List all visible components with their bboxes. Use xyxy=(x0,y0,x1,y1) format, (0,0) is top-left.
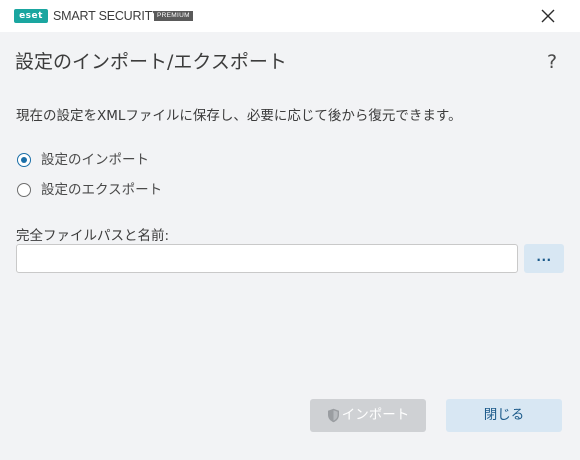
radio-option-export[interactable]: 設定のエクスポート xyxy=(17,180,162,200)
radio-label-export: 設定のエクスポート xyxy=(41,182,163,198)
close-button[interactable]: 閉じる xyxy=(446,399,562,432)
radio-import[interactable] xyxy=(17,153,31,167)
import-button-label: インポート xyxy=(341,407,410,423)
radio-export[interactable] xyxy=(17,183,31,197)
product-name: SMART SECURITY xyxy=(53,9,161,23)
edition-badge: PREMIUM xyxy=(154,11,193,21)
eset-logo: eset xyxy=(14,9,48,23)
dialog-window: eset SMART SECURITY PREMIUM 設定のインポート/エクス… xyxy=(0,0,580,460)
help-button[interactable]: ? xyxy=(542,50,562,74)
title-bar: eset SMART SECURITY PREMIUM xyxy=(0,0,580,32)
file-path-input[interactable] xyxy=(16,244,518,273)
import-button[interactable]: インポート xyxy=(310,399,426,432)
radio-label-import: 設定のインポート xyxy=(41,152,149,168)
close-icon xyxy=(541,9,555,23)
radio-option-import[interactable]: 設定のインポート xyxy=(17,150,149,170)
shield-icon xyxy=(327,408,339,423)
window-close-button[interactable] xyxy=(530,2,566,30)
browse-button[interactable]: ... xyxy=(524,244,564,273)
dialog-title: 設定のインポート/エクスポート xyxy=(15,51,287,73)
dialog-description: 現在の設定をXMLファイルに保存し、必要に応じて後から復元できます。 xyxy=(16,108,462,124)
file-path-label: 完全ファイルパスと名前: xyxy=(16,228,170,244)
